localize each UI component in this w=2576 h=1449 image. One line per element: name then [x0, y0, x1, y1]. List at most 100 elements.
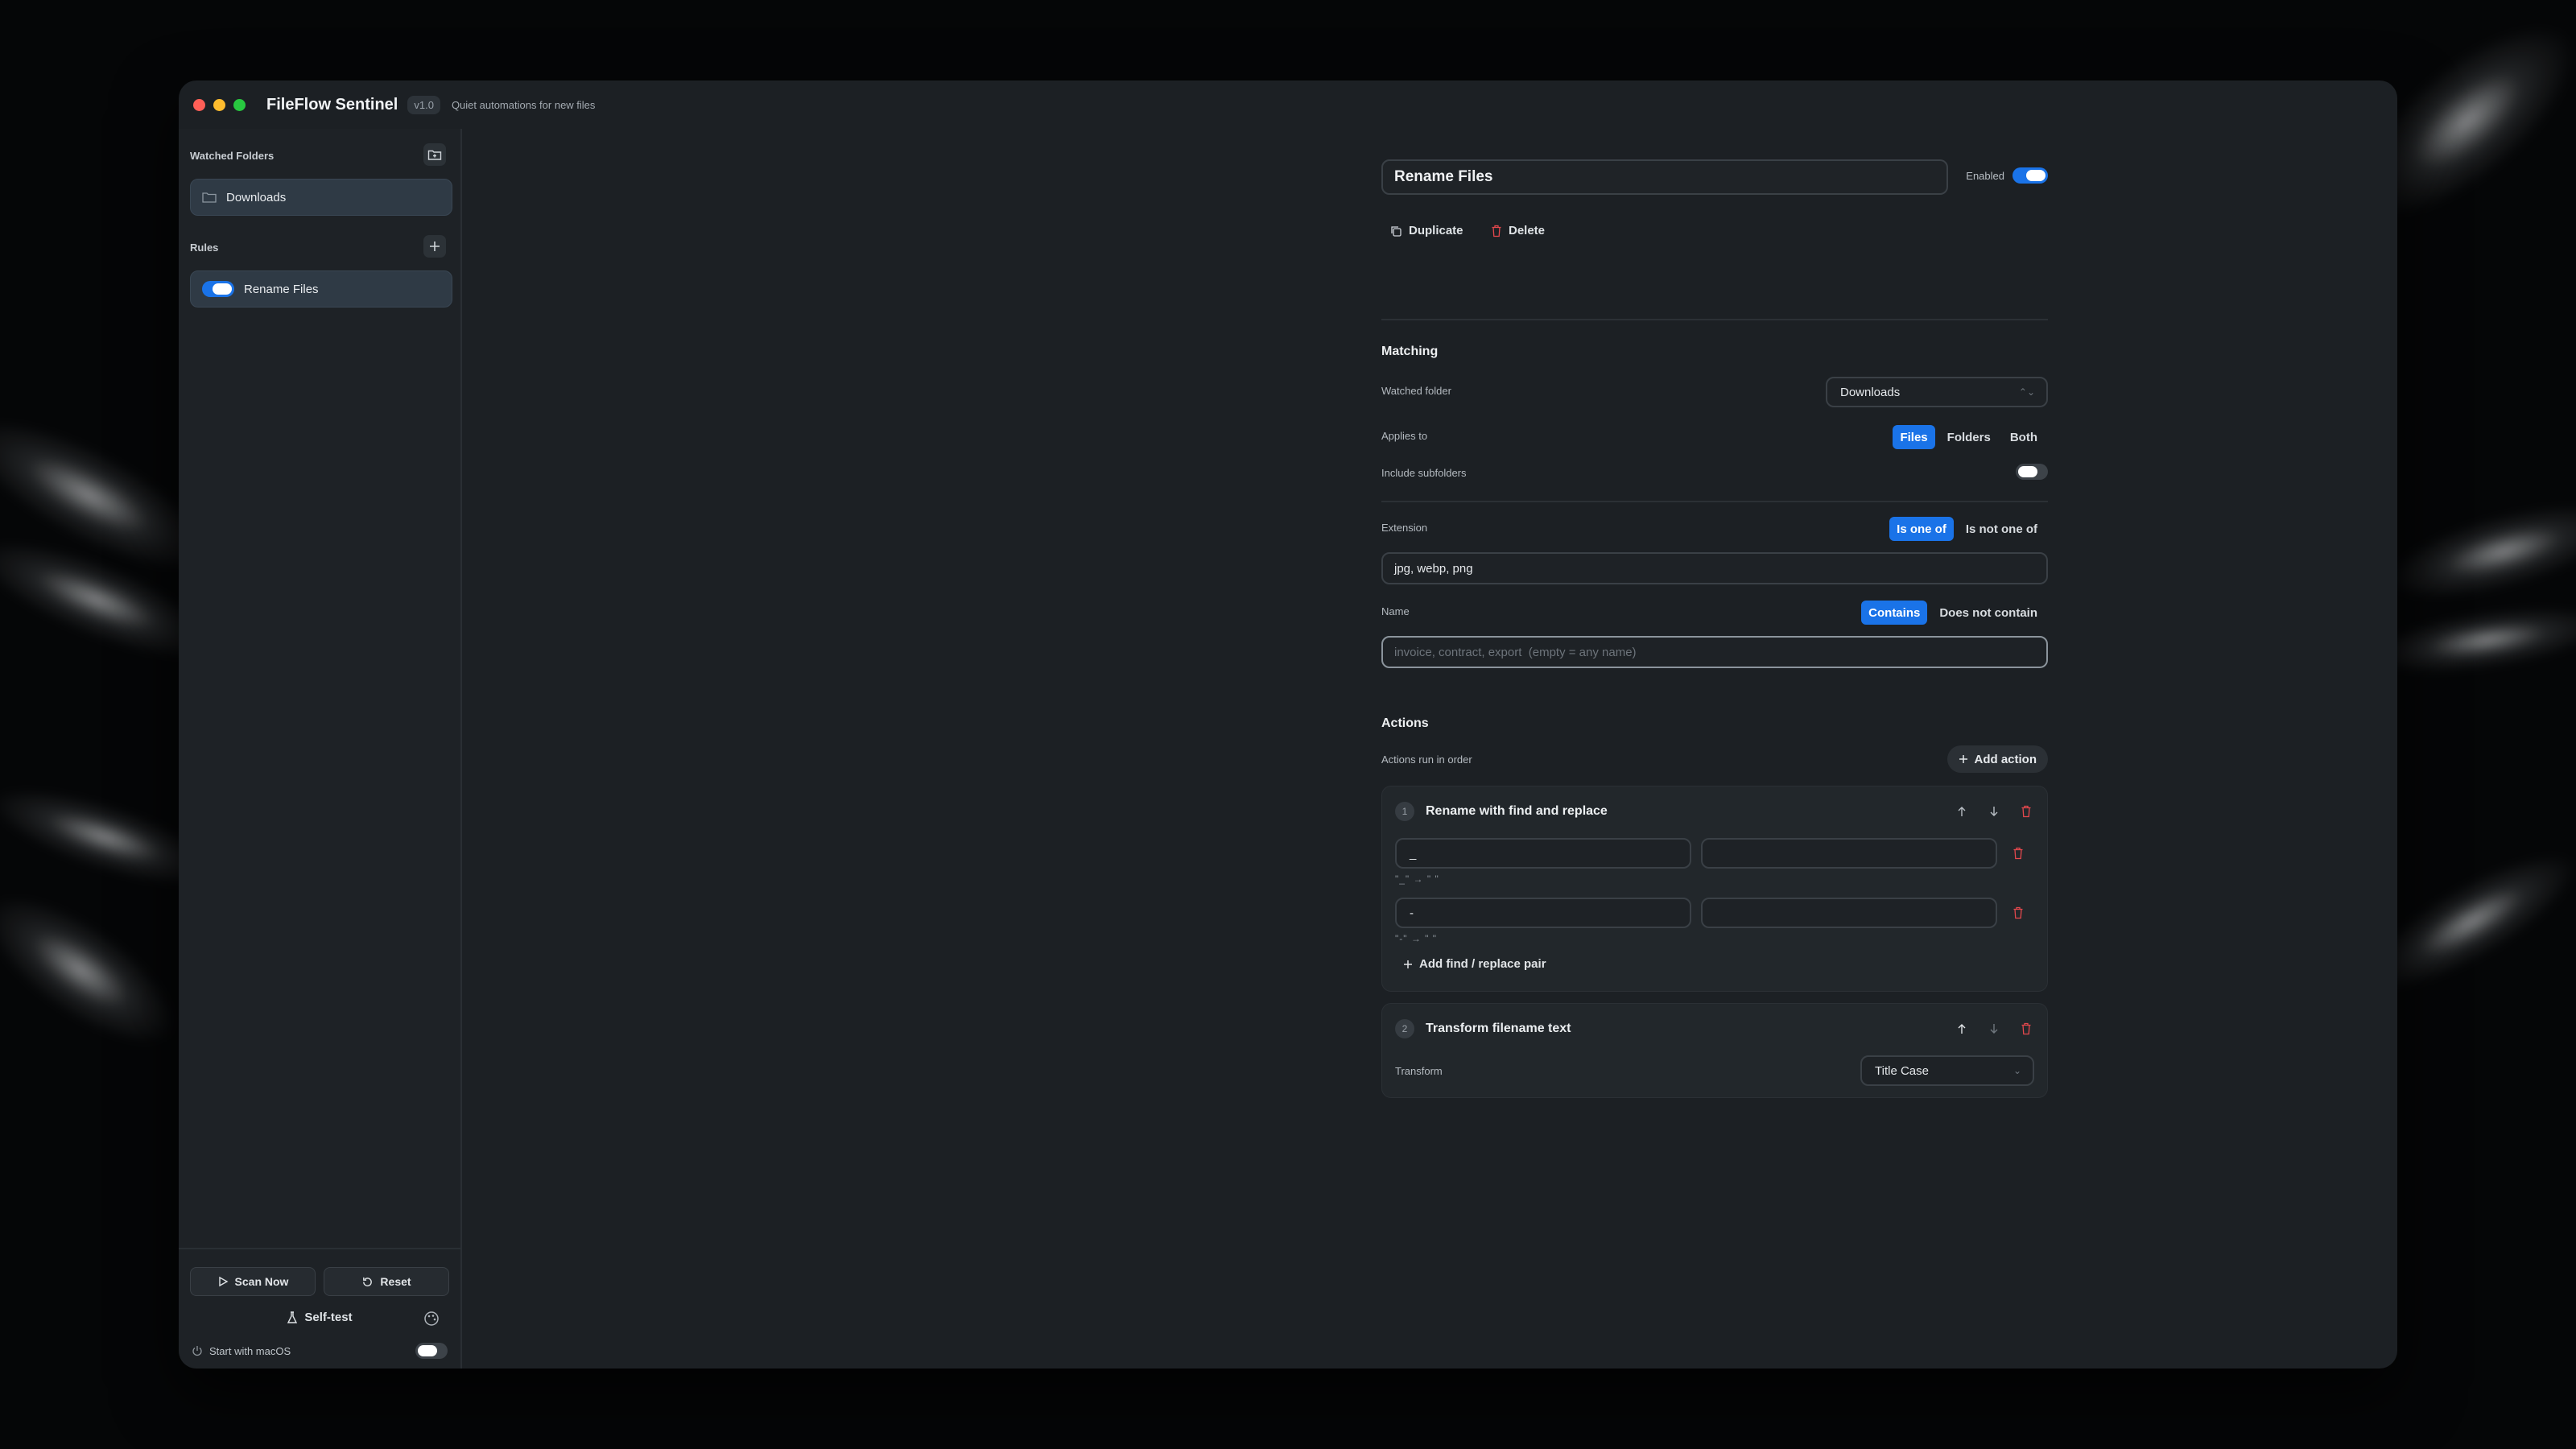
step-number: 2 [1395, 1019, 1414, 1038]
action-tools [1954, 1021, 2034, 1037]
reset-label: Reset [380, 1275, 411, 1288]
transform-value: Title Case [1875, 1063, 1929, 1078]
zoom-window-button[interactable] [233, 98, 246, 111]
actions-heading: Actions [1381, 716, 1429, 730]
action-card-rename: 1 Rename with find and replace _ "_" → "… [1381, 786, 2048, 992]
arrow-up-icon [1958, 1024, 1966, 1034]
extension-mode-segmented: Is one of Is not one of [1889, 517, 2045, 541]
plus-icon [1404, 960, 1412, 968]
add-rule-button[interactable] [423, 235, 446, 258]
enabled-label: Enabled [1966, 169, 2004, 182]
rule-item-rename-files[interactable]: Rename Files [190, 270, 452, 308]
extension-label: Extension [1381, 522, 1428, 534]
close-window-button[interactable] [193, 98, 205, 111]
minimize-window-button[interactable] [213, 98, 225, 111]
self-test-button[interactable]: Self-test [179, 1311, 460, 1324]
watched-folder-select[interactable]: Downloads ⌃⌄ [1826, 377, 2048, 407]
play-icon [218, 1276, 228, 1287]
version-badge: v1.0 [407, 95, 440, 114]
duplicate-button[interactable]: Duplicate [1389, 224, 1463, 237]
include-subfolders-label: Include subfolders [1381, 467, 1467, 479]
replace-input[interactable] [1701, 898, 1997, 928]
watched-folders-heading: Watched Folders [190, 150, 275, 162]
move-up-button[interactable] [1954, 803, 1970, 819]
action-title: Rename with find and replace [1426, 804, 1608, 818]
move-down-button[interactable] [1986, 1021, 2002, 1037]
rule-enabled-toggle[interactable] [202, 281, 234, 297]
plus-icon [430, 242, 440, 251]
name-input-field[interactable] [1381, 636, 2048, 668]
reset-button[interactable]: Reset [324, 1267, 449, 1296]
add-action-button[interactable]: Add action [1946, 745, 2048, 773]
sidebar-footer: Scan Now Reset Self-test Start with macO… [179, 1248, 460, 1368]
rule-enabled-row: Enabled [1966, 167, 2048, 184]
name-mode-segmented: Contains Does not contain [1861, 601, 2045, 625]
action-card-header: 2 Transform filename text [1395, 1017, 2034, 1041]
find-value: _ [1410, 846, 1417, 861]
chevron-updown-icon: ⌃⌄ [2018, 386, 2035, 398]
copy-icon [1391, 225, 1402, 237]
name-label: Name [1381, 605, 1410, 617]
flask-icon [287, 1311, 298, 1323]
plus-icon [1959, 755, 1967, 763]
add-action-label: Add action [1974, 752, 2037, 766]
rule-name-input[interactable]: Rename Files [1381, 159, 1948, 195]
rule-item-label: Rename Files [244, 282, 319, 296]
include-subfolders-toggle[interactable] [2016, 464, 2048, 480]
rule-editor: Rename Files Enabled Duplicate Delete Ma… [464, 129, 2397, 1368]
delete-label: Delete [1509, 224, 1546, 237]
theme-button[interactable] [422, 1309, 441, 1328]
arrow-down-icon [1990, 1024, 1998, 1034]
folder-item-downloads[interactable]: Downloads [190, 179, 452, 216]
title-bar: FileFlow Sentinel v1.0 Quiet automations… [179, 80, 2397, 129]
applies-to-segmented: Files Folders Both [1893, 425, 2045, 449]
delete-pair-button[interactable] [2010, 905, 2026, 921]
applies-to-both[interactable]: Both [2003, 425, 2045, 449]
start-with-macos-label: Start with macOS [209, 1344, 291, 1357]
delete-action-button[interactable] [2018, 803, 2034, 819]
delete-rule-button[interactable]: Delete [1491, 224, 1545, 237]
extension-mode-is-one-of[interactable]: Is one of [1889, 517, 1954, 541]
move-down-button[interactable] [1986, 803, 2002, 819]
move-up-button[interactable] [1954, 1021, 1970, 1037]
rotate-icon [363, 1277, 373, 1286]
folder-item-label: Downloads [226, 190, 287, 204]
name-mode-does-not-contain[interactable]: Does not contain [1932, 601, 2045, 625]
watched-folder-label: Watched folder [1381, 385, 1451, 397]
replace-input[interactable] [1701, 838, 1997, 869]
find-value: - [1410, 906, 1414, 920]
action-card-transform: 2 Transform filename text Transform Titl… [1381, 1003, 2048, 1098]
divider [1381, 319, 2048, 320]
delete-action-button[interactable] [2018, 1021, 2034, 1037]
delete-pair-button[interactable] [2010, 845, 2026, 861]
transform-select[interactable]: Title Case ⌄ [1860, 1055, 2034, 1086]
start-with-macos-toggle[interactable] [415, 1343, 448, 1359]
trash-icon [1492, 225, 1501, 237]
palette-icon [424, 1311, 439, 1326]
actions-subtitle: Actions run in order [1381, 753, 1472, 766]
applies-to-folders[interactable]: Folders [1940, 425, 1998, 449]
applies-to-label: Applies to [1381, 430, 1428, 442]
find-input[interactable]: - [1395, 898, 1691, 928]
trash-icon [2021, 805, 2031, 818]
scan-now-button[interactable]: Scan Now [190, 1267, 316, 1296]
arrow-down-icon [1990, 807, 1998, 816]
find-input[interactable]: _ [1395, 838, 1691, 869]
name-input[interactable] [1394, 645, 2046, 659]
rule-enabled-switch[interactable] [2013, 167, 2048, 184]
app-window: FileFlow Sentinel v1.0 Quiet automations… [179, 80, 2397, 1368]
action-tools [1954, 803, 2034, 819]
pair-hint: "-" → " " [1395, 933, 1438, 944]
add-find-replace-pair-button[interactable]: Add find / replace pair [1403, 957, 1546, 971]
extension-value: jpg, webp, png [1394, 561, 1473, 576]
trash-icon [2021, 1022, 2031, 1035]
name-mode-contains[interactable]: Contains [1861, 601, 1928, 625]
pair-hint: "_" → " " [1395, 873, 1439, 885]
extension-mode-is-not-one-of[interactable]: Is not one of [1959, 517, 2045, 541]
action-title: Transform filename text [1426, 1022, 1571, 1035]
add-folder-button[interactable] [423, 143, 446, 166]
rules-heading: Rules [190, 242, 219, 254]
scan-now-label: Scan Now [234, 1275, 289, 1288]
applies-to-files[interactable]: Files [1893, 425, 1935, 449]
extension-input[interactable]: jpg, webp, png [1381, 552, 2048, 584]
